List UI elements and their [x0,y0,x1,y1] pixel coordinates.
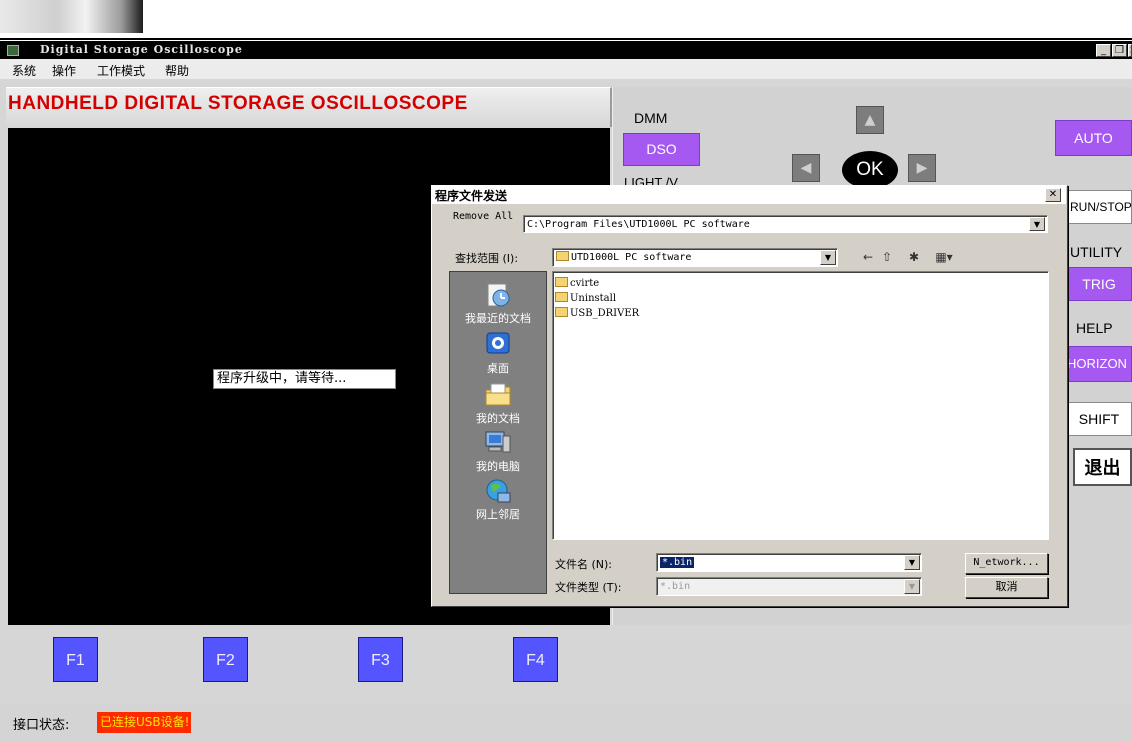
look-in-value: UTD1000L PC software [571,252,692,263]
filetype-value: *.bin [660,581,691,592]
chevron-down-icon: ▼ [908,582,916,591]
dialog-close-button[interactable]: ✕ [1045,188,1061,202]
filename-value: *.bin [660,557,695,568]
dialog-title: 程序文件发送 [435,189,508,203]
look-in-combo[interactable]: UTD1000L PC software [552,248,838,267]
utility-label[interactable]: UTILITY [1070,244,1122,260]
cancel-button[interactable]: 取消 [965,577,1048,598]
horizon-button[interactable]: HORIZON [1066,346,1132,382]
minimize-button[interactable]: _ [1096,44,1111,57]
f1-button[interactable]: F1 [53,637,98,682]
dmm-label[interactable]: DMM [634,110,667,126]
menu-operate[interactable]: 操作 [52,62,76,79]
filetype-label: 文件类型 (T): [555,581,622,594]
run-stop-button[interactable]: RUN/STOP [1066,190,1132,224]
interface-status-label: 接口状态: [13,718,70,733]
view-menu-icon[interactable]: ▦▾ [931,249,957,265]
path-dropdown-button[interactable]: ▼ [1029,217,1045,231]
place-recent[interactable]: 我最近的文档 [449,280,547,326]
place-network[interactable]: 网上邻居 [449,476,547,522]
f4-button[interactable]: F4 [513,637,558,682]
upgrade-message: 程序升级中，请等待... [213,369,396,389]
place-network-label: 网上邻居 [476,508,520,521]
folder-icon [556,251,569,261]
place-my-computer[interactable]: 我的电脑 [449,428,547,474]
place-my-computer-label: 我的电脑 [476,460,520,473]
close-button[interactable]: × [1128,44,1132,57]
scope-title: HANDHELD DIGITAL STORAGE OSCILLOSCOPE [8,93,468,114]
dso-button[interactable]: DSO [623,133,700,166]
list-item[interactable]: USB_DRIVER [555,307,639,321]
filetype-dropdown-button[interactable]: ▼ [904,579,920,594]
path-value: C:\Program Files\UTD1000L PC software [527,219,750,230]
shift-button[interactable]: SHIFT [1066,402,1132,436]
menu-help[interactable]: 帮助 [165,62,189,79]
place-my-documents-label: 我的文档 [476,412,520,425]
arrow-up-icon: ▲ [864,112,876,128]
look-in-dropdown-button[interactable]: ▼ [820,250,836,265]
filetype-combo[interactable]: *.bin [656,577,922,596]
folder-icon [555,292,568,302]
f3-button[interactable]: F3 [358,637,403,682]
recent-documents-icon [483,280,513,310]
path-combo[interactable]: C:\Program Files\UTD1000L PC software [523,215,1048,233]
top-logo-image [0,0,143,33]
arrow-right-icon: ▶ [916,160,928,176]
folder-icon [555,307,568,317]
chevron-down-icon: ▼ [1033,220,1041,229]
my-documents-icon [483,380,513,410]
close-icon: ✕ [1048,189,1058,200]
arrow-left-icon: ◀ [800,160,812,176]
chevron-down-icon: ▼ [824,253,832,262]
ok-button[interactable]: OK [842,151,898,189]
f2-button[interactable]: F2 [203,637,248,682]
place-desktop[interactable]: 桌面 [449,330,547,376]
remove-all-button[interactable]: Remove All [453,211,513,222]
window-title: Digital Storage Oscilloscope [40,43,243,56]
up-folder-icon[interactable]: ⇧ [879,249,895,265]
exit-button[interactable]: 退出 [1073,448,1132,486]
my-computer-icon [483,428,513,458]
filename-dropdown-button[interactable]: ▼ [904,555,920,570]
network-places-icon [483,476,513,506]
help-label[interactable]: HELP [1076,320,1113,336]
list-item[interactable]: cvirte [555,277,599,291]
maximize-button[interactable]: ❐ [1112,44,1127,57]
look-in-label: 查找范围 (I): [455,252,519,265]
filename-combo[interactable]: *.bin [656,553,922,572]
left-arrow-button[interactable]: ◀ [792,154,820,182]
place-my-documents[interactable]: 我的文档 [449,380,547,426]
right-arrow-button[interactable]: ▶ [908,154,936,182]
menu-system[interactable]: 系统 [12,62,36,79]
list-item[interactable]: Uninstall [555,292,616,306]
new-folder-icon[interactable]: ✱ [906,249,922,265]
place-recent-label: 我最近的文档 [465,312,531,325]
top-divider [0,38,1132,40]
interface-status-value: 已连接USB设备! [97,712,191,733]
menu-work-mode[interactable]: 工作模式 [97,62,145,79]
trig-button[interactable]: TRIG [1066,267,1132,301]
desktop-icon [483,330,513,360]
dialog-titlebar [432,186,1066,204]
folder-icon [555,277,568,287]
place-desktop-label: 桌面 [487,362,509,375]
filename-label: 文件名 (N): [555,558,613,571]
auto-button[interactable]: AUTO [1055,120,1132,156]
chevron-down-icon: ▼ [908,558,916,567]
back-icon[interactable]: ← [860,249,876,265]
network-button[interactable]: N_etwork... [965,553,1048,574]
app-icon [7,45,19,56]
up-arrow-button[interactable]: ▲ [856,106,884,134]
